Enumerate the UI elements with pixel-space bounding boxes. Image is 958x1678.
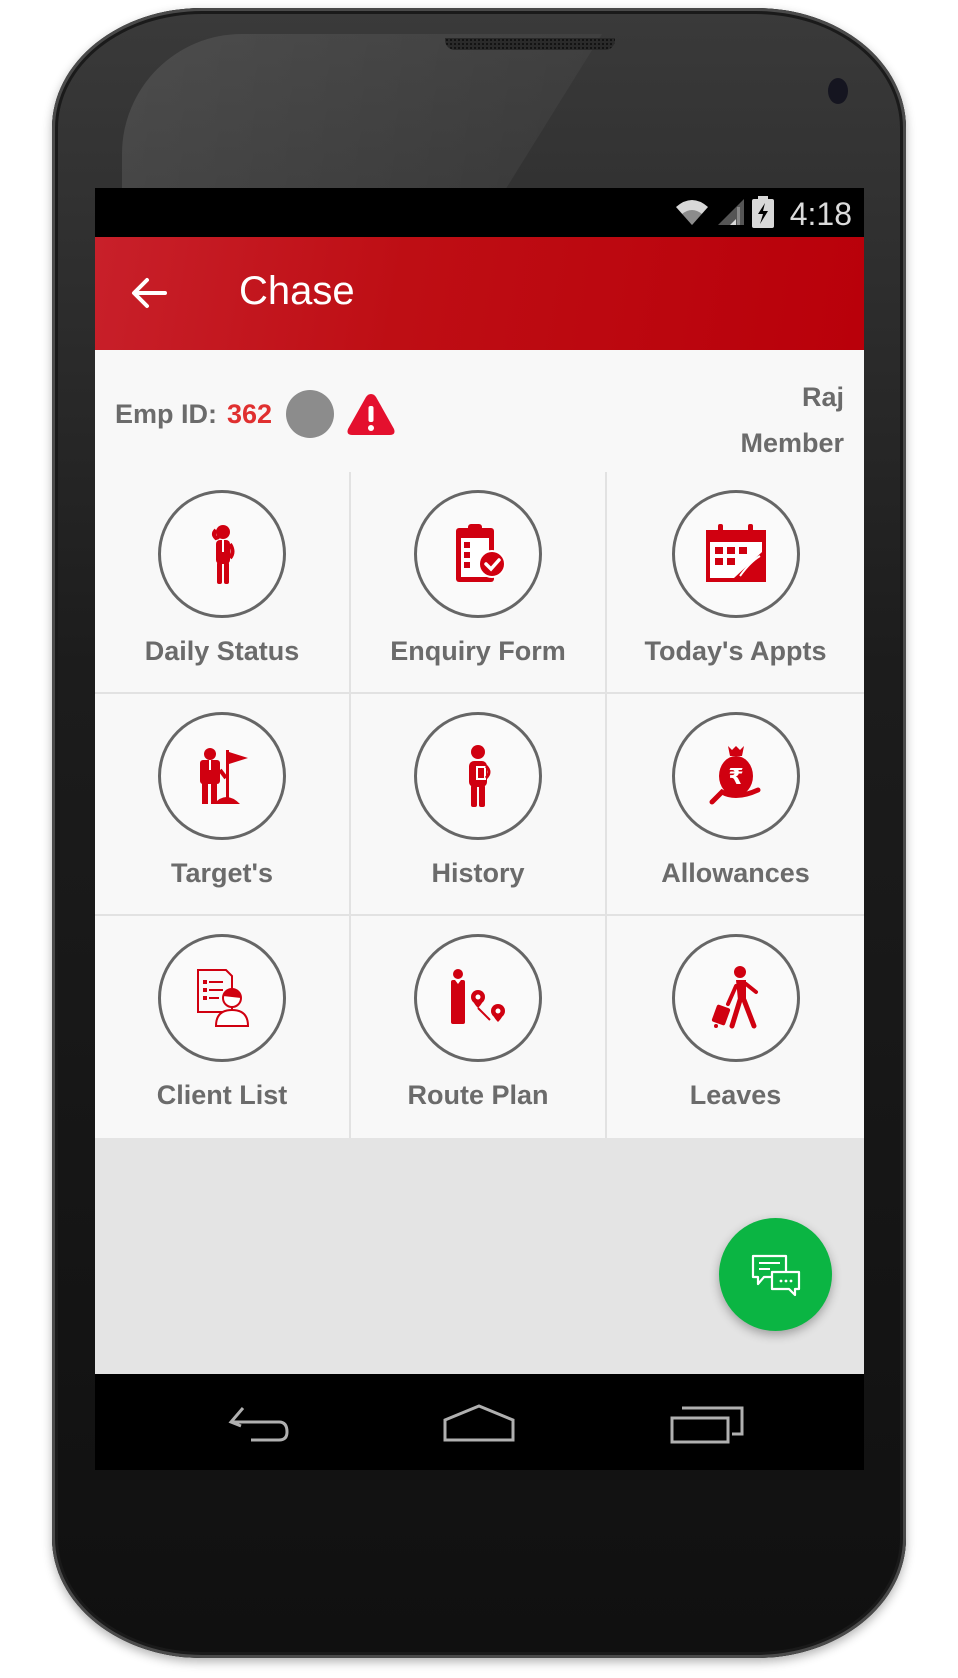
employee-info: Emp ID: 362 <box>115 390 396 438</box>
home-icon[interactable] <box>441 1404 517 1444</box>
warning-icon[interactable] <box>346 391 396 437</box>
battery-charging-icon <box>752 196 774 228</box>
menu-label: Leaves <box>689 1080 782 1110</box>
person-flag-icon <box>200 748 248 804</box>
traveler-luggage-icon <box>711 966 758 1029</box>
dashboard: Emp ID: 362 Raj Member Daily Status Enqu… <box>95 350 864 1138</box>
app-bar: Chase <box>95 237 864 350</box>
signal-icon <box>718 199 744 225</box>
menu-label: Enquiry Form <box>390 636 566 666</box>
screen: 4:18 Chase Emp ID: 362 Raj Member Daily … <box>95 188 864 1470</box>
client-list-icon <box>197 969 250 1027</box>
route-pin-icon <box>451 969 505 1024</box>
clock: 4:18 <box>789 196 852 232</box>
menu-item-daily-status[interactable]: Daily Status <box>95 472 351 694</box>
menu-label: Route Plan <box>407 1080 549 1110</box>
clipboard-check-icon <box>456 524 506 582</box>
system-nav-bar <box>95 1374 864 1470</box>
user-role: Member <box>740 428 844 458</box>
menu-label: Daily Status <box>144 636 300 666</box>
menu-label: Today's Appts <box>644 636 827 666</box>
earpiece-speaker <box>445 38 615 50</box>
person-document-icon <box>469 745 491 807</box>
menu-item-enquiry-form[interactable]: Enquiry Form <box>351 472 607 694</box>
menu-item-client-list[interactable]: Client List <box>95 916 351 1138</box>
menu-item-allowances[interactable]: ₹ Allowances <box>607 694 864 916</box>
status-bar: 4:18 <box>95 188 864 237</box>
menu-label: Client List <box>156 1080 288 1110</box>
person-salute-icon <box>212 525 235 584</box>
menu-item-route-plan[interactable]: Route Plan <box>351 916 607 1138</box>
calendar-icon <box>705 524 766 582</box>
svg-text:₹: ₹ <box>728 765 743 790</box>
front-camera <box>828 78 848 104</box>
back-arrow-icon[interactable] <box>129 273 169 313</box>
employee-header: Emp ID: 362 Raj Member <box>95 350 864 472</box>
menu-item-todays-appts[interactable]: Today's Appts <box>607 472 864 694</box>
user-info: Raj Member <box>740 374 844 466</box>
emp-id-label: Emp ID: <box>115 398 218 429</box>
menu-item-leaves[interactable]: Leaves <box>607 916 864 1138</box>
menu-item-targets[interactable]: Target's <box>95 694 351 916</box>
chat-fab-button[interactable] <box>719 1218 832 1331</box>
wifi-icon <box>676 200 708 225</box>
glass-glare <box>122 34 602 204</box>
app-title: Chase <box>239 269 355 313</box>
chat-bubbles-icon <box>751 1254 800 1296</box>
menu-label: Allowances <box>661 858 810 888</box>
menu-label: History <box>431 858 525 888</box>
recents-icon[interactable] <box>670 1404 746 1444</box>
back-icon[interactable] <box>221 1404 297 1444</box>
emp-id-value: 362 <box>227 398 273 429</box>
menu-item-history[interactable]: History <box>351 694 607 916</box>
menu-label: Target's <box>171 858 273 888</box>
user-name: Raj <box>801 382 844 412</box>
status-dot <box>286 390 335 438</box>
money-bag-rupee-icon: ₹ <box>709 746 760 805</box>
menu-grid: Daily Status Enquiry Form Today's Appts … <box>95 472 864 1138</box>
